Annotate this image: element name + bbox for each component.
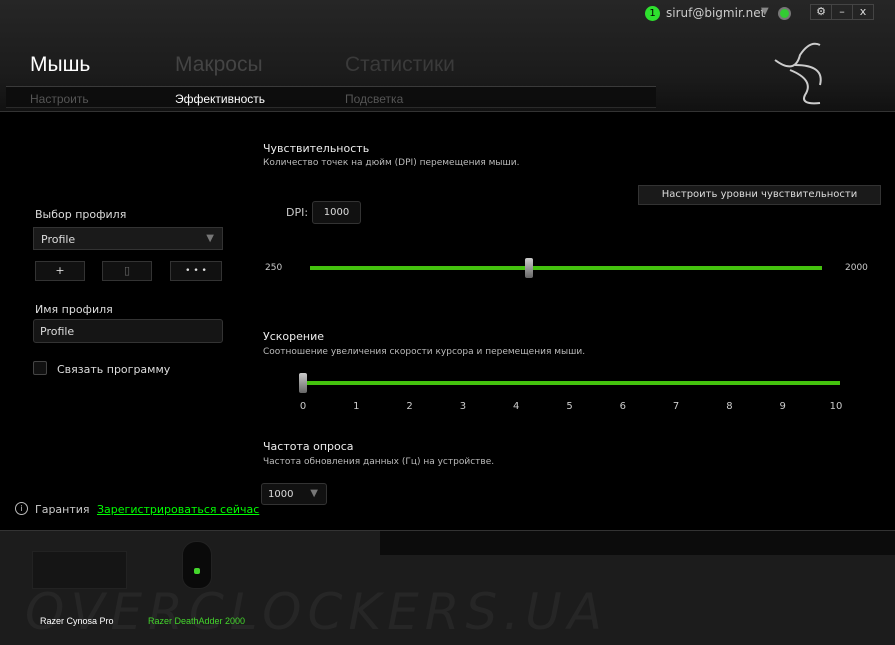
profile-label: Выбор профиля — [35, 208, 127, 221]
tab-mouse[interactable]: Мышь — [30, 53, 90, 77]
dpi-slider-thumb[interactable] — [525, 258, 534, 278]
gear-icon[interactable]: ⚙ — [811, 5, 831, 19]
acceleration-slider-track[interactable] — [303, 381, 840, 385]
warranty-label: Гарантия — [35, 503, 90, 516]
subtab-bar — [6, 86, 656, 108]
tab-macros[interactable]: Макросы — [175, 53, 263, 77]
acceleration-tick: 5 — [566, 401, 573, 412]
dpi-input[interactable]: 1000 — [312, 201, 361, 224]
acceleration-desc: Соотношение увеличения скорости курсора … — [263, 347, 586, 357]
link-program-label: Связать программу — [57, 363, 171, 376]
link-program-checkbox[interactable] — [33, 361, 47, 375]
window-controls: ⚙ – x — [810, 4, 874, 20]
sensitivity-title: Чувствительность — [263, 142, 370, 155]
subtab-lighting[interactable]: Подсветка — [345, 92, 403, 106]
polling-title: Частота опроса — [263, 440, 354, 453]
dpi-min: 250 — [265, 263, 283, 273]
dpi-label: DPI: — [286, 206, 309, 219]
status-icon[interactable] — [778, 7, 791, 20]
dpi-max: 2000 — [845, 263, 868, 273]
dpi-slider-track[interactable] — [310, 266, 822, 270]
account-dropdown-icon[interactable]: ▼ — [761, 6, 769, 17]
device-bar-accent — [380, 531, 895, 555]
acceleration-tick: 2 — [406, 401, 413, 412]
sensitivity-desc: Количество точек на дюйм (DPI) перемещен… — [263, 158, 520, 168]
chevron-down-icon: ▼ — [310, 488, 318, 499]
profile-name-input[interactable]: Profile — [33, 319, 223, 343]
razer-logo-icon — [774, 42, 822, 105]
acceleration-tick: 8 — [726, 401, 733, 412]
trash-icon[interactable]: ▯ — [102, 261, 152, 281]
acceleration-tick: 6 — [619, 401, 626, 412]
more-options-button[interactable]: • • • — [170, 261, 222, 281]
subtab-customize[interactable]: Настроить — [30, 92, 89, 106]
device-label-deathadder[interactable]: Razer DeathAdder 2000 — [148, 616, 245, 626]
device-bar: OVERCLOCKERS.UA Razer Cynosa Pro Razer D… — [0, 530, 895, 645]
header: 1 siruf@bigmir.net ▼ ⚙ – x Мышь Макросы … — [0, 0, 895, 112]
acceleration-title: Ускорение — [263, 330, 324, 343]
polling-desc: Частота обновления данных (Гц) на устрой… — [263, 457, 495, 467]
acceleration-tick: 7 — [672, 401, 680, 412]
acceleration-tick: 9 — [779, 401, 786, 412]
notification-badge[interactable]: 1 — [645, 6, 660, 21]
acceleration-tick: 4 — [513, 401, 520, 412]
device-cynosa[interactable] — [32, 551, 127, 589]
watermark: OVERCLOCKERS.UA — [25, 583, 608, 641]
register-link[interactable]: Зарегистрироваться сейчас — [97, 503, 259, 516]
device-label-cynosa[interactable]: Razer Cynosa Pro — [40, 616, 114, 626]
device-deathadder[interactable] — [182, 541, 212, 589]
info-icon: i — [15, 502, 28, 515]
acceleration-tick: 1 — [353, 401, 360, 412]
acceleration-tick: 3 — [459, 401, 467, 412]
acceleration-tick: 0 — [299, 401, 307, 412]
add-profile-button[interactable]: + — [35, 261, 85, 281]
acceleration-slider-thumb[interactable] — [299, 373, 307, 393]
polling-rate-value: 1000 — [268, 489, 294, 500]
razer-logo-icon — [194, 568, 200, 574]
tab-statistics[interactable]: Статистики — [345, 53, 455, 77]
acceleration-tick: 10 — [829, 401, 843, 412]
configure-sensitivity-button[interactable]: Настроить уровни чувствительности — [638, 185, 881, 205]
user-account[interactable]: siruf@bigmir.net — [666, 6, 765, 20]
profile-name-label: Имя профиля — [35, 303, 113, 316]
polling-rate-select[interactable]: 1000 ▼ — [261, 483, 327, 505]
subtab-performance[interactable]: Эффективность — [175, 92, 265, 106]
minimize-button[interactable]: – — [831, 5, 852, 19]
profile-select-value: Profile — [41, 233, 76, 246]
close-button[interactable]: x — [852, 5, 873, 19]
profile-select[interactable]: Profile ▼ — [33, 227, 223, 250]
chevron-down-icon: ▼ — [206, 233, 214, 244]
